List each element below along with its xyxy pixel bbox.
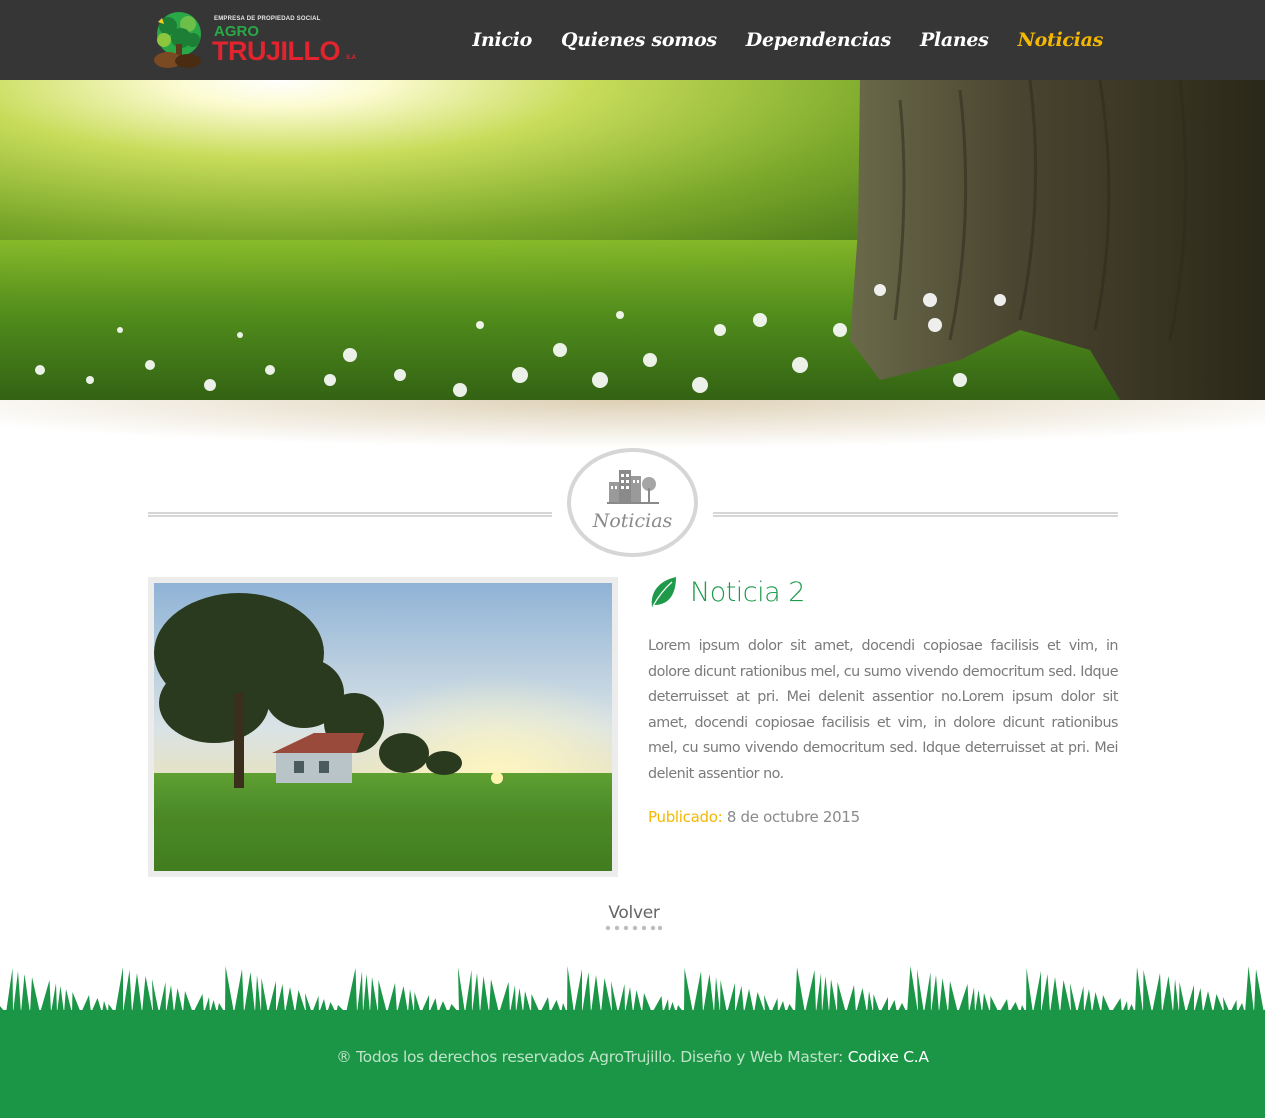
grass-decoration — [0, 966, 1265, 1015]
article-title-row: Noticia 2 — [648, 572, 805, 612]
back-link[interactable]: Volver — [590, 903, 678, 931]
logo-tagline: EMPRESA DE PROPIEDAD SOCIAL — [214, 16, 321, 22]
article-body: Lorem ipsum dolor sit amet, docendi copi… — [648, 638, 1119, 782]
published-date: 8 de octubre 2015 — [726, 808, 860, 826]
dots-underline-icon — [605, 925, 663, 931]
nav-item-quienes-somos[interactable]: Quienes somos — [561, 29, 717, 51]
farmhouse-sunset-illustration — [154, 583, 612, 871]
site-header: EMPRESA DE PROPIEDAD SOCIAL AGRO TRUJILL… — [0, 0, 1265, 80]
site-footer: ® Todos los derechos reservados AgroTruj… — [0, 1010, 1265, 1118]
article-title: Noticia 2 — [690, 576, 805, 608]
city-buildings-icon — [607, 470, 659, 504]
leaf-icon — [651, 577, 676, 607]
hero-shadow — [0, 400, 1265, 448]
nav-item-inicio[interactable]: Inicio — [472, 29, 532, 51]
back-link-label[interactable]: Volver — [608, 903, 659, 923]
section-divider-left — [148, 512, 552, 517]
published-label: Publicado: — [648, 808, 723, 826]
main-nav: Inicio Quienes somos Dependencias Planes… — [443, 0, 1103, 80]
article-published: Publicado: 8 de octubre 2015 — [648, 808, 860, 826]
logo-brand-suffix: S.A — [346, 55, 357, 61]
section-divider-right — [713, 512, 1118, 517]
article-photo — [154, 583, 612, 871]
article-photo-frame — [148, 577, 618, 877]
site-logo[interactable]: EMPRESA DE PROPIEDAD SOCIAL AGRO TRUJILL… — [148, 6, 363, 72]
footer-copyright: ® Todos los derechos reservados AgroTruj… — [0, 1048, 1265, 1066]
tree-logo-icon — [154, 12, 201, 68]
nav-item-noticias[interactable]: Noticias — [1018, 29, 1104, 51]
hero-banner-image — [0, 80, 1265, 400]
nav-item-planes[interactable]: Planes — [920, 29, 989, 51]
footer-copyright-text: ® Todos los derechos reservados AgroTruj… — [336, 1048, 844, 1066]
section-badge: Noticias — [567, 448, 698, 557]
meadow-tree-illustration — [0, 80, 1265, 400]
section-title: Noticias — [592, 510, 673, 532]
logo-brand-main: TRUJILLO — [212, 36, 341, 66]
footer-credit-link[interactable]: Codixe C.A — [848, 1048, 929, 1066]
nav-item-dependencias[interactable]: Dependencias — [746, 29, 891, 51]
